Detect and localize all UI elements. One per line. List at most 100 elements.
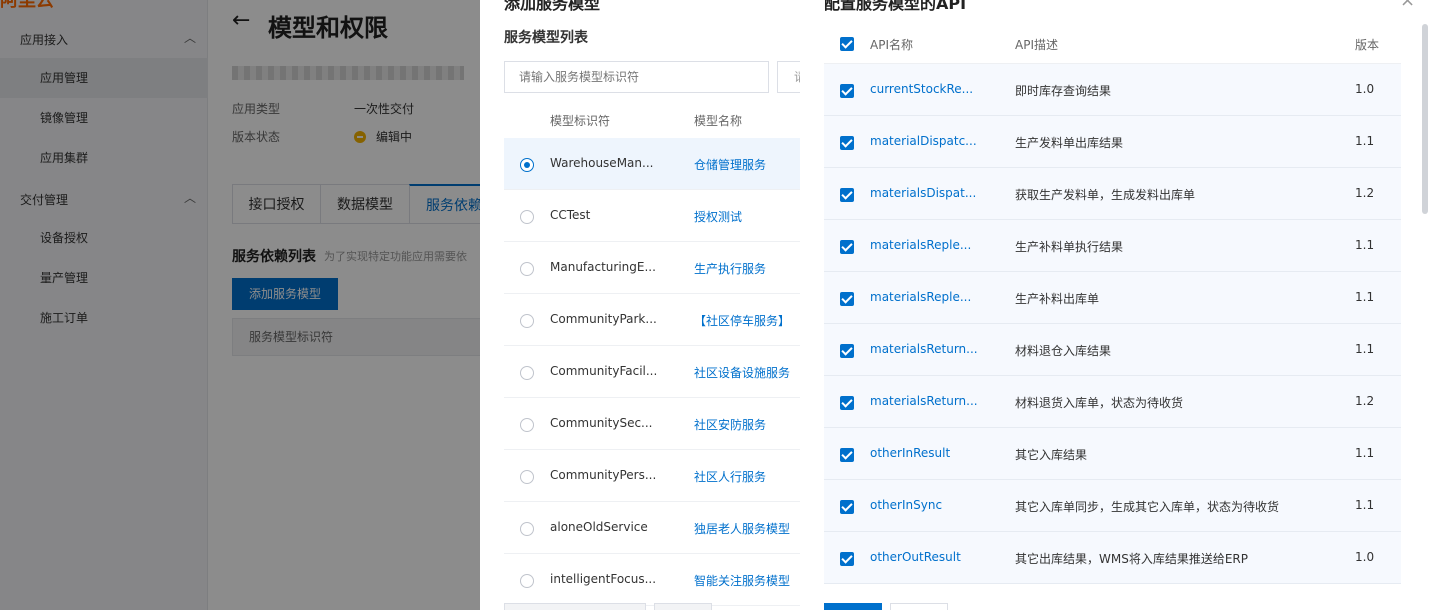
api-name[interactable]: otherInResult (870, 446, 950, 460)
api-version: 1.0 (1355, 82, 1375, 96)
api-version: 1.1 (1355, 290, 1375, 304)
model-name[interactable]: 社区安防服务 (694, 416, 766, 433)
radio[interactable] (520, 574, 534, 588)
column-header-api-desc: API描述 (1015, 38, 1058, 52)
cancel-button[interactable] (890, 603, 948, 610)
api-name[interactable]: materialsDispat... (870, 186, 976, 200)
row-checkbox[interactable] (840, 136, 854, 150)
api-desc: 生产补料单执行结果 (1015, 240, 1124, 254)
table-row[interactable]: materialsReturn... 材料退货入库单，状态为待收货 1.2 (824, 376, 1401, 428)
api-desc: 其它入库结果 (1015, 448, 1088, 462)
row-checkbox[interactable] (840, 240, 854, 254)
table-row[interactable]: CommunityPers... 社区人行服务 (504, 450, 800, 502)
radio[interactable] (520, 418, 534, 432)
table-row[interactable]: materialDispatc... 生产发料单出库结果 1.1 (824, 116, 1401, 168)
search-input[interactable] (504, 61, 769, 93)
api-table: API名称 API描述 版本 currentStockRe... 即时库存查询结… (824, 24, 1401, 585)
model-name[interactable]: 生产执行服务 (694, 260, 766, 277)
radio[interactable] (520, 366, 534, 380)
table-row[interactable]: materialsReple... 生产补料出库单 1.1 (824, 272, 1401, 324)
pagination-button[interactable] (504, 603, 646, 610)
model-id: CCTest (550, 208, 591, 222)
api-version: 1.1 (1355, 342, 1375, 356)
list-title: 服务模型列表 (504, 30, 588, 46)
pagination-button[interactable] (654, 603, 712, 610)
table-row[interactable]: otherOutResult 其它出库结果，WMS将入库结果推送给ERP 1.0 (824, 532, 1401, 584)
radio[interactable] (520, 522, 534, 536)
api-name[interactable]: materialsReturn... (870, 342, 978, 356)
row-checkbox[interactable] (840, 84, 854, 98)
column-header-id: 模型标识符 (550, 114, 611, 128)
table-row[interactable]: aloneOldService 独居老人服务模型 (504, 502, 800, 554)
select-all-checkbox[interactable] (840, 37, 854, 51)
api-desc: 生产发料单出库结果 (1015, 136, 1124, 150)
table-row[interactable]: otherInResult 其它入库结果 1.1 (824, 428, 1401, 480)
api-desc: 生产补料出库单 (1015, 292, 1100, 306)
table-row[interactable]: CommunityPark... 【社区停车服务】 (504, 294, 800, 346)
model-id: aloneOldService (550, 520, 648, 534)
row-checkbox[interactable] (840, 552, 854, 566)
row-checkbox[interactable] (840, 500, 854, 514)
api-version: 1.1 (1355, 498, 1375, 512)
model-name[interactable]: 授权测试 (694, 208, 742, 225)
table-row[interactable]: CCTest 授权测试 (504, 190, 800, 242)
row-checkbox[interactable] (840, 344, 854, 358)
api-name[interactable]: otherOutResult (870, 550, 961, 564)
api-desc: 即时库存查询结果 (1015, 84, 1112, 98)
close-icon[interactable]: × (1400, 0, 1415, 11)
confirm-button[interactable] (824, 603, 882, 610)
drawer-title: 配置服务模型的API (824, 0, 967, 13)
model-id: CommunityPark... (550, 312, 657, 326)
model-id: CommunitySec... (550, 416, 653, 430)
radio[interactable] (520, 470, 534, 484)
table-row[interactable]: CommunityFacil... 社区设备设施服务 (504, 346, 800, 398)
scrollbar[interactable] (1422, 24, 1428, 214)
api-version: 1.1 (1355, 134, 1375, 148)
table-row[interactable]: currentStockRe... 即时库存查询结果 1.0 (824, 64, 1401, 116)
model-id: intelligentFocus... (550, 572, 657, 586)
api-name[interactable]: materialsReturn... (870, 394, 978, 408)
table-row[interactable]: materialsDispat... 获取生产发料单，生成发料出库单 1.2 (824, 168, 1401, 220)
column-header-name: 模型名称 (694, 114, 743, 128)
table-row[interactable]: materialsReple... 生产补料单执行结果 1.1 (824, 220, 1401, 272)
radio-selected[interactable] (520, 158, 534, 172)
model-name[interactable]: 智能关注服务模型 (694, 572, 790, 589)
api-name[interactable]: materialDispatc... (870, 134, 977, 148)
api-version: 1.1 (1355, 238, 1375, 252)
api-name[interactable]: materialsReple... (870, 238, 971, 252)
secondary-search-input[interactable]: 请 (777, 61, 800, 93)
table-row[interactable]: materialsReturn... 材料退仓入库结果 1.1 (824, 324, 1401, 376)
table-row[interactable]: ManufacturingE... 生产执行服务 (504, 242, 800, 294)
table-row[interactable]: otherInSync 其它入库单同步，生成其它入库单，状态为待收货 1.1 (824, 480, 1401, 532)
add-service-model-drawer: 添加服务模型 服务模型列表 请 模型标识符 模型名称 WarehouseMan.… (480, 0, 800, 610)
row-checkbox[interactable] (840, 188, 854, 202)
table-row[interactable]: CommunitySec... 社区安防服务 (504, 398, 800, 450)
model-id: ManufacturingE... (550, 260, 656, 274)
radio[interactable] (520, 262, 534, 276)
table-row[interactable]: WarehouseMan... 仓储管理服务 (504, 138, 800, 190)
configure-api-drawer: 配置服务模型的API × API名称 API描述 版本 currentStock… (800, 0, 1430, 610)
model-name[interactable]: 仓储管理服务 (694, 156, 766, 173)
api-name[interactable]: currentStockRe... (870, 82, 973, 96)
model-name[interactable]: 独居老人服务模型 (694, 520, 790, 537)
row-checkbox[interactable] (840, 396, 854, 410)
api-name[interactable]: materialsReple... (870, 290, 971, 304)
radio[interactable] (520, 314, 534, 328)
row-checkbox[interactable] (840, 292, 854, 306)
model-name[interactable]: 社区设备设施服务 (694, 364, 790, 381)
radio[interactable] (520, 210, 534, 224)
api-desc: 材料退货入库单，状态为待收货 (1015, 396, 1184, 410)
table-header: 模型标识符 模型名称 (504, 100, 800, 138)
api-desc: 其它入库单同步，生成其它入库单，状态为待收货 (1015, 500, 1280, 514)
column-header-version: 版本 (1355, 38, 1380, 52)
api-name[interactable]: otherInSync (870, 498, 942, 512)
model-id: CommunityPers... (550, 468, 657, 482)
model-name[interactable]: 【社区停车服务】 (694, 312, 790, 329)
table-row[interactable]: intelligentFocus... 智能关注服务模型 (504, 554, 800, 606)
api-version: 1.2 (1355, 186, 1375, 200)
model-name[interactable]: 社区人行服务 (694, 468, 766, 485)
row-checkbox[interactable] (840, 448, 854, 462)
api-desc: 其它出库结果，WMS将入库结果推送给ERP (1015, 552, 1248, 566)
model-id: CommunityFacil... (550, 364, 658, 378)
drawer-title: 添加服务模型 (504, 0, 601, 13)
